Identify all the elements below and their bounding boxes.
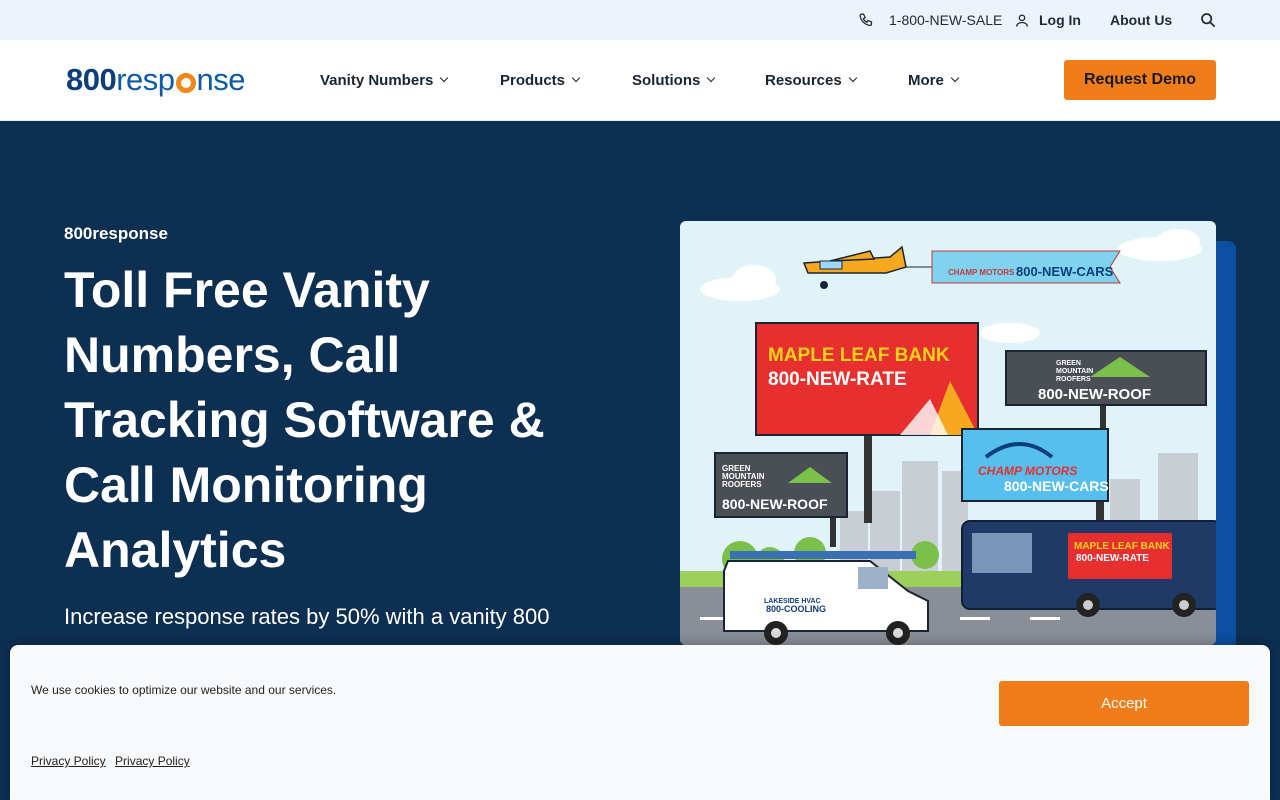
roofers-billboard-right: GREEN MOUNTAIN ROOFERS 800-NEW-ROOF [1005, 350, 1207, 435]
search-icon [1201, 13, 1216, 28]
login-link[interactable]: Log In [1014, 0, 1081, 40]
about-link[interactable]: About Us [1110, 0, 1172, 40]
roof-left-name-3: ROOFERS [722, 480, 762, 489]
bus-number: 800-NEW-RATE [1076, 553, 1149, 564]
phone-link[interactable]: 1-800-NEW-SALE [858, 0, 1002, 40]
logo-mid: resp [116, 62, 175, 97]
nav-label: Solutions [632, 71, 701, 89]
hero-illustration: CHAMP MOTORS 800-NEW-CARS MAPLE LEAF BAN… [680, 221, 1216, 645]
motors-brand: CHAMP MOTORS [978, 464, 1077, 478]
nav-products[interactable]: Products [500, 40, 581, 120]
phone-number: 1-800-NEW-SALE [889, 12, 1003, 28]
bank-number: 800-NEW-RATE [768, 369, 907, 390]
bank-name: MAPLE LEAF BANK [768, 345, 950, 366]
chevron-down-icon [950, 73, 960, 83]
main-navbar: 800 resp nse Vanity Numbers Products Sol… [0, 40, 1280, 121]
roof-name-3: ROOFERS [1056, 376, 1091, 383]
chevron-down-icon [848, 73, 857, 83]
phone-icon [859, 12, 873, 26]
privacy-policy-link-2[interactable]: Privacy Policy [115, 754, 190, 768]
roof-name-2: MOUNTAIN [1056, 368, 1093, 375]
plane-banner: CHAMP MOTORS 800-NEW-CARS [931, 250, 1121, 284]
accept-cookies-button[interactable]: Accept [999, 681, 1249, 726]
hero-eyebrow: 800response [64, 224, 168, 243]
motors-number: 800-NEW-CARS [1004, 478, 1109, 494]
utility-bar: 1-800-NEW-SALE Log In About Us [0, 0, 1280, 40]
roof-number-right: 800-NEW-ROOF [1038, 386, 1151, 403]
chevron-down-icon [707, 73, 716, 83]
logo-o-icon [175, 73, 196, 93]
search-button[interactable] [1200, 0, 1216, 40]
roof-number-left: 800-NEW-ROOF [722, 496, 828, 512]
nav-label: Products [500, 71, 566, 89]
motors-billboard: CHAMP MOTORS 800-NEW-CARS [961, 428, 1109, 531]
hero-subtitle: Increase response rates by 50% with a va… [64, 604, 550, 629]
bus: MAPLE LEAF BANK 800-NEW-RATE [961, 520, 1216, 617]
billboard-scene: CHAMP MOTORS 800-NEW-CARS MAPLE LEAF BAN… [680, 229, 1216, 645]
van-number: 800-COOLING [766, 604, 826, 614]
logo[interactable]: 800 resp nse [66, 62, 246, 98]
cookie-banner: We use cookies to optimize our website a… [10, 645, 1270, 800]
nav-solutions[interactable]: Solutions [632, 40, 716, 120]
user-icon [1016, 14, 1028, 27]
banner-brand: CHAMP MOTORS [948, 268, 1015, 277]
cookie-links: Privacy Policy Privacy Policy [31, 754, 196, 768]
roofers-billboard-left: GREEN MOUNTAIN ROOFERS 800-NEW-ROOF [714, 452, 848, 547]
logo-suffix: nse [196, 62, 246, 97]
request-demo-button[interactable]: Request Demo [1064, 60, 1216, 100]
nav-resources[interactable]: Resources [765, 40, 857, 120]
nav-label: Vanity Numbers [320, 71, 434, 89]
hero-title: Toll Free Vanity Numbers, Call Tracking … [64, 262, 545, 578]
airplane [802, 245, 932, 289]
chevron-down-icon [571, 73, 581, 83]
cookie-message: We use cookies to optimize our website a… [31, 683, 337, 697]
chevron-down-icon [440, 73, 449, 83]
roof-name-1: GREEN [1056, 360, 1081, 367]
bus-brand: MAPLE LEAF BANK [1074, 541, 1170, 552]
privacy-policy-link[interactable]: Privacy Policy [31, 754, 106, 768]
banner-number: 800-NEW-CARS [1016, 264, 1114, 279]
nav-label: More [908, 71, 944, 89]
logo-prefix: 800 [66, 62, 117, 97]
login-label: Log In [1039, 12, 1081, 28]
nav-vanity-numbers[interactable]: Vanity Numbers [320, 40, 449, 120]
nav-label: Resources [765, 71, 842, 89]
nav-more[interactable]: More [908, 40, 960, 120]
